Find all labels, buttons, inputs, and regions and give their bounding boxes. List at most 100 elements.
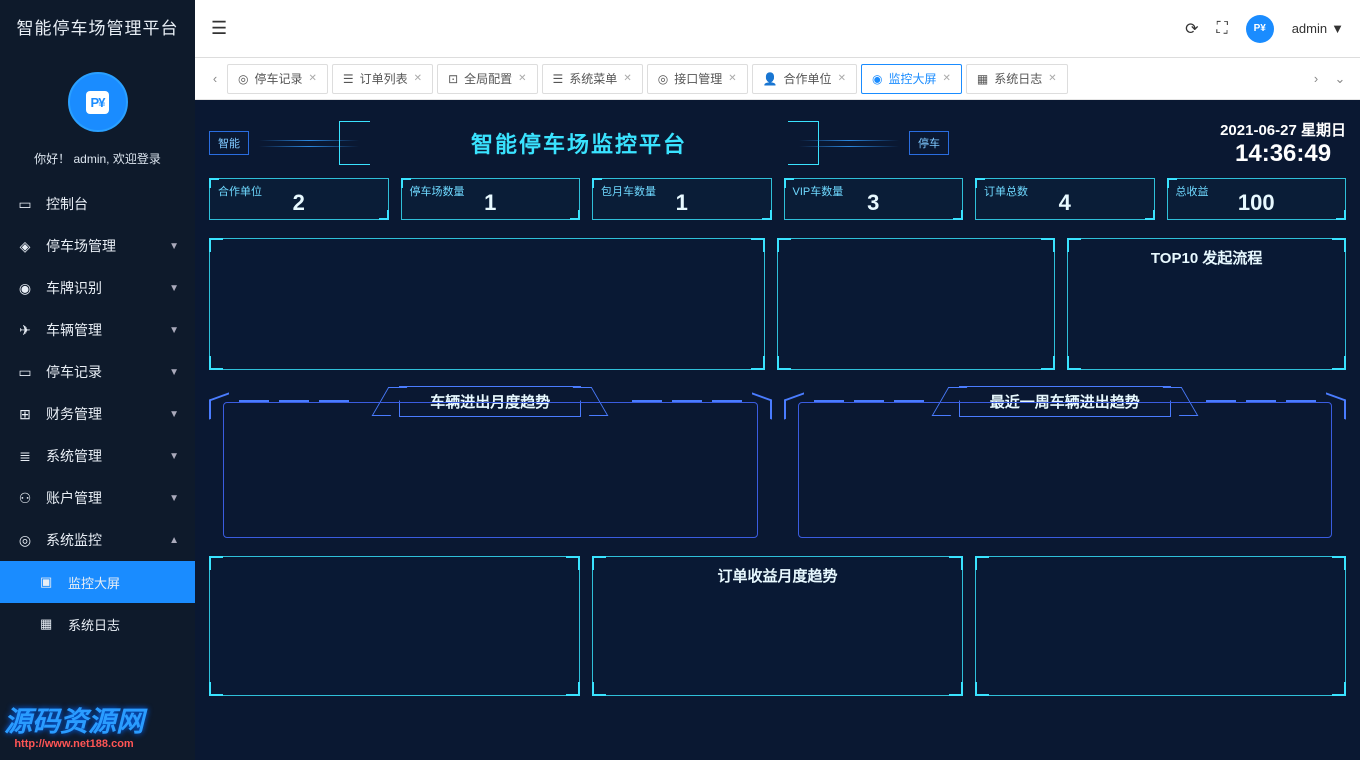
sidebar-sub-item[interactable]: ▣ 监控大屏 [0, 561, 195, 603]
sidebar-item[interactable]: ◈ 停车场管理▼ [0, 225, 195, 267]
tab-label: 系统菜单 [569, 70, 617, 87]
menu-icon: ✈ [16, 322, 34, 339]
panel-top10-title: TOP10 发起流程 [1151, 247, 1262, 268]
menu-icon: ⚇ [16, 490, 34, 507]
menu-icon: ◉ [16, 280, 34, 297]
tab[interactable]: ◎停车记录✕ [227, 64, 328, 94]
tab-icon: ⊡ [448, 72, 458, 86]
close-icon[interactable]: ✕ [1048, 73, 1056, 84]
tab-label: 合作单位 [784, 70, 832, 87]
sidebar-item[interactable]: ≣系统管理▼ [0, 435, 195, 477]
sidebar-item[interactable]: ◉车牌识别▼ [0, 267, 195, 309]
menu-icon: ⊞ [16, 406, 34, 423]
tab-label: 监控大屏 [888, 70, 936, 87]
menu-icon: ▣ [40, 574, 58, 590]
chevron-icon: ▼ [169, 409, 179, 420]
sidebar-item[interactable]: ▭停车记录▼ [0, 351, 195, 393]
stat-label: 订单总数 [984, 183, 1028, 199]
chevron-icon: ▼ [169, 241, 179, 252]
app-title: 智能停车场管理平台 [0, 0, 195, 58]
close-icon[interactable]: ✕ [309, 73, 317, 84]
tab-label: 系统日志 [994, 70, 1042, 87]
sidebar-item[interactable]: ◎ 系统监控▲ [0, 519, 195, 561]
stat-label: VIP车数量 [793, 183, 844, 199]
panel-empty-4 [975, 556, 1346, 696]
menu-icon: ◎ [16, 532, 34, 549]
close-icon[interactable]: ✕ [623, 73, 631, 84]
dashboard-datetime: 2021-06-27 星期日 14:36:49 [1220, 119, 1346, 168]
chevron-icon: ▼ [169, 283, 179, 294]
sidebar-item[interactable]: ✈车辆管理▼ [0, 309, 195, 351]
panel-row-1: TOP10 发起流程 [209, 238, 1346, 370]
tab-strip: ‹ ◎停车记录✕☰订单列表✕⊡全局配置✕☰系统菜单✕◎接口管理✕👤合作单位✕◉监… [195, 58, 1360, 100]
tab[interactable]: ☰订单列表✕ [332, 64, 433, 94]
fullscreen-icon[interactable]: ⛶ [1217, 20, 1228, 38]
dashboard-time: 14:36:49 [1220, 140, 1346, 168]
sidebar-sub-item[interactable]: ▦ 系统日志 [0, 603, 195, 645]
dashboard-date: 2021-06-27 星期日 [1220, 119, 1346, 140]
deco-lines [789, 143, 909, 144]
sidebar-item[interactable]: ⊞ 财务管理▼ [0, 393, 195, 435]
menu-label: 停车场管理 [46, 236, 169, 256]
panel-order-revenue: 订单收益月度趋势 [592, 556, 963, 696]
user-dropdown[interactable]: admin ▼ [1292, 21, 1344, 36]
avatar[interactable]: P¥ [1246, 15, 1274, 43]
tab-icon: ☰ [553, 72, 564, 86]
sidebar-item[interactable]: ⚇账户管理▼ [0, 477, 195, 519]
tab-icon: ◉ [872, 72, 882, 86]
menu-label: 系统监控 [46, 530, 169, 550]
menu-icon: ▭ [16, 364, 34, 381]
logo-icon: P¥ [68, 72, 128, 132]
tab[interactable]: 👤 合作单位 ✕ [752, 64, 857, 94]
panel-row-2: 车辆进出月度趋势 最近一周车辆进出趋势 [209, 388, 1346, 538]
panel-order-revenue-title: 订单收益月度趋势 [717, 565, 837, 586]
close-icon[interactable]: ✕ [838, 73, 846, 84]
sidebar-item[interactable]: ▭控制台 [0, 183, 195, 225]
dashboard-title-frame: 智能停车场监控平台 [369, 121, 789, 165]
panel-empty-2 [777, 238, 1056, 370]
stat-label: 合作单位 [218, 183, 262, 199]
close-icon[interactable]: ✕ [728, 73, 736, 84]
menu-toggle-icon[interactable]: ☰ [211, 18, 227, 39]
menu-icon: ▦ [40, 616, 58, 632]
panel-empty-3 [209, 556, 580, 696]
chevron-icon: ▼ [169, 325, 179, 336]
tab[interactable]: ☰ 系统菜单 ✕ [542, 64, 643, 94]
stat-card: 合作单位2 [209, 178, 389, 220]
menu-label: 财务管理 [46, 404, 169, 424]
menu-icon: ▭ [16, 196, 34, 213]
stat-label: 停车场数量 [410, 183, 465, 199]
tab[interactable]: ▦系统日志✕ [966, 64, 1068, 94]
tab-label: 接口管理 [674, 70, 722, 87]
tab-icon: ◎ [658, 72, 668, 86]
close-icon[interactable]: ✕ [518, 73, 526, 84]
topbar: ☰ ⟳ ⛶ P¥ admin ▼ [195, 0, 1360, 58]
tab-icon: 👤 [763, 72, 778, 86]
username: admin [1292, 21, 1327, 36]
chevron-icon: ▲ [169, 535, 179, 546]
close-icon[interactable]: ✕ [942, 73, 950, 84]
tabs-scroll-right-icon[interactable]: › [1304, 71, 1328, 86]
stat-card: 订单总数4 [975, 178, 1155, 220]
menu-icon: ◈ [16, 238, 34, 255]
deco-badge-left: 智能 [209, 131, 249, 155]
tab[interactable]: ◉ 监控大屏 ✕ [861, 64, 962, 94]
tab-label: 停车记录 [254, 70, 302, 87]
tab[interactable]: ⊡全局配置✕ [437, 64, 537, 94]
tabs-menu-icon[interactable]: ⌄ [1328, 71, 1352, 87]
tab[interactable]: ◎ 接口管理 ✕ [647, 64, 748, 94]
menu-label: 监控大屏 [68, 573, 120, 592]
refresh-icon[interactable]: ⟳ [1185, 19, 1198, 39]
panel-empty-1 [209, 238, 765, 370]
greeting-text: 你好！ admin, 欢迎登录 [0, 140, 195, 183]
tab-label: 订单列表 [360, 70, 408, 87]
tabs-scroll-left-icon[interactable]: ‹ [203, 71, 227, 86]
panel-weekly-inout: 最近一周车辆进出趋势 [784, 388, 1347, 538]
close-icon[interactable]: ✕ [414, 73, 422, 84]
chevron-down-icon: ▼ [1331, 21, 1344, 36]
stat-card: VIP车数量3 [784, 178, 964, 220]
menu-label: 系统日志 [68, 615, 120, 634]
panel-top10: TOP10 发起流程 [1067, 238, 1346, 370]
sidebar-menu: ▭控制台◈停车场管理▼◉车牌识别▼✈车辆管理▼▭停车记录▼⊞财务管理▼≣系统管理… [0, 183, 195, 645]
stat-row: 合作单位2停车场数量1包月车数量1VIP车数量3订单总数4总收益100 [209, 178, 1346, 220]
